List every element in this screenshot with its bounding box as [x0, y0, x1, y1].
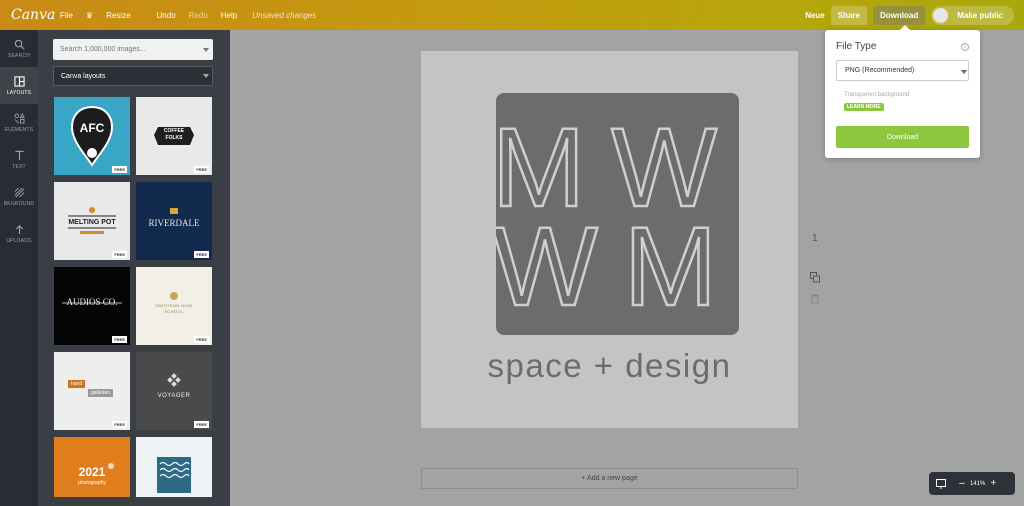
- zoom-control: – 141% +: [929, 472, 1015, 495]
- file-type-label: File Type: [836, 41, 877, 52]
- popup-download-button[interactable]: Download: [836, 126, 969, 148]
- dot-icon: [108, 463, 114, 469]
- free-badge: FREE: [194, 336, 209, 343]
- layout-thumb-smithson[interactable]: SMITHSON HIGH SCHOOL FREE: [136, 267, 212, 345]
- afc-crest-icon: [70, 105, 114, 167]
- download-button[interactable]: Download: [872, 5, 926, 25]
- free-badge: FREE: [112, 166, 127, 173]
- learn-more-button[interactable]: LEARN MORE: [844, 103, 884, 111]
- canva-logo[interactable]: Canva: [11, 7, 55, 23]
- free-badge: FREE: [112, 251, 127, 258]
- sidebar-item-search[interactable]: SEARCH: [0, 30, 38, 67]
- make-public-label: Make public: [957, 10, 1003, 20]
- monogram-letters: MW WM: [491, 104, 739, 331]
- layout-thumb-melting-pot[interactable]: MELTING POT FREE: [54, 182, 130, 260]
- zoom-level: 141%: [970, 480, 986, 487]
- sidebar-item-label: TEXT: [12, 163, 26, 170]
- redo-button[interactable]: Redo: [189, 11, 208, 20]
- text-icon: [14, 150, 24, 160]
- crown-icon: ♛: [85, 10, 94, 20]
- thumb-title: COFFEE FOLKS: [163, 128, 185, 141]
- sidebar-item-layouts[interactable]: LAYOUTS: [0, 67, 38, 104]
- design-page[interactable]: MW WM space + design: [421, 51, 798, 428]
- thumb-title: RIVERDALE: [148, 218, 200, 228]
- chevron-down-icon: [203, 74, 209, 78]
- save-status: Unsaved changes: [252, 10, 317, 20]
- free-badge: FREE: [112, 421, 127, 428]
- thumb-title-line1: hand: [68, 380, 86, 388]
- layout-thumb-waves[interactable]: [136, 437, 212, 497]
- zoom-in-button[interactable]: +: [985, 478, 1001, 489]
- download-popup: File Type i PNG (Recommended) Transparen…: [825, 25, 980, 158]
- layout-thumb-coffee-folks[interactable]: COFFEE FOLKS FREE: [136, 97, 212, 175]
- present-icon[interactable]: [936, 478, 946, 489]
- sidebar-item-label: LAYOUTS: [6, 89, 32, 96]
- layouts-dropdown[interactable]: Canva layouts: [53, 66, 213, 86]
- waves-icon: [157, 457, 191, 493]
- transparent-background-option[interactable]: Transparent background: [844, 92, 909, 98]
- thumb-title-line2: gallerian: [88, 389, 113, 397]
- sidebar-rail: SEARCH LAYOUTS ELEMENTS TEXT BKGROUND UP…: [0, 30, 38, 506]
- layout-thumb-afc[interactable]: AFC FREE: [54, 97, 130, 175]
- make-public-button[interactable]: Make public: [931, 5, 1014, 25]
- elements-icon: [13, 112, 25, 124]
- thumb-title: MELTING POT: [68, 219, 116, 226]
- resize-label: Resize: [106, 10, 131, 20]
- free-badge: FREE: [194, 251, 209, 258]
- file-type-select[interactable]: PNG (Recommended): [836, 60, 969, 81]
- chevron-down-icon: [203, 48, 209, 52]
- search-icon: [14, 39, 25, 50]
- sidebar-item-uploads[interactable]: UPLOADS: [0, 215, 38, 252]
- file-type-value: PNG (Recommended): [845, 67, 915, 74]
- strike-line-icon: [62, 302, 122, 304]
- help-menu[interactable]: Help: [221, 11, 237, 20]
- sidebar-item-label: BKGROUND: [3, 200, 35, 207]
- zoom-out-button[interactable]: –: [954, 478, 970, 489]
- main-menu: File ♛ Resize Undo Redo Help Unsaved chan…: [60, 11, 329, 20]
- layouts-icon: [13, 75, 25, 87]
- thumb-title: AFC: [79, 121, 105, 135]
- chevron-down-icon: [961, 70, 967, 74]
- topbar-actions: Neue Share Download Make public: [805, 5, 1024, 25]
- search-input[interactable]: [53, 39, 213, 60]
- neue-link[interactable]: Neue: [805, 11, 825, 20]
- monogram-block[interactable]: MW WM: [491, 93, 739, 335]
- sidebar-item-text[interactable]: TEXT: [0, 141, 38, 178]
- free-badge: FREE: [112, 336, 127, 343]
- layout-thumb-voyager[interactable]: VOYAGER FREE: [136, 352, 212, 430]
- avatar: [933, 7, 949, 23]
- layouts-dropdown-label: Canva layouts: [61, 72, 106, 80]
- layout-thumb-audios[interactable]: AUDIOS CO. FREE: [54, 267, 130, 345]
- tagline[interactable]: space + design: [421, 347, 798, 385]
- info-icon[interactable]: i: [961, 43, 969, 51]
- sidebar-item-label: ELEMENTS: [4, 126, 34, 133]
- thumb-title: VOYAGER: [157, 393, 191, 399]
- upload-icon: [15, 224, 23, 234]
- layout-thumb-hand-gallery[interactable]: hand gallerian FREE: [54, 352, 130, 430]
- undo-button[interactable]: Undo: [157, 11, 176, 20]
- monogram-line2: WM: [496, 204, 739, 329]
- page-number: 1: [812, 233, 818, 244]
- sidebar-item-elements[interactable]: ELEMENTS: [0, 104, 38, 141]
- file-menu[interactable]: File: [60, 11, 73, 20]
- share-button[interactable]: Share: [830, 5, 867, 25]
- layout-thumb-2021[interactable]: 2021 photography: [54, 437, 130, 497]
- background-icon: [14, 187, 24, 197]
- delete-page-icon[interactable]: [810, 293, 820, 304]
- free-badge: FREE: [194, 166, 209, 173]
- add-page-button[interactable]: + Add a new page: [421, 468, 798, 489]
- thumb-title: SMITHSON HIGH SCHOOL: [155, 303, 193, 314]
- diamond-icon: [167, 373, 181, 387]
- top-bar: Canva File ♛ Resize Undo Redo Help Unsave…: [0, 0, 1024, 30]
- sidebar-item-label: SEARCH: [7, 52, 31, 59]
- sidebar-item-label: UPLOADS: [6, 237, 32, 244]
- layout-thumb-riverdale[interactable]: RIVERDALE FREE: [136, 182, 212, 260]
- resize-menu[interactable]: ♛ Resize: [86, 11, 144, 20]
- free-badge: FREE: [194, 421, 209, 428]
- duplicate-page-icon[interactable]: [810, 272, 820, 283]
- layouts-panel: Canva layouts AFC FREE COFFEE FOLKS FREE…: [38, 30, 230, 506]
- sidebar-item-background[interactable]: BKGROUND: [0, 178, 38, 215]
